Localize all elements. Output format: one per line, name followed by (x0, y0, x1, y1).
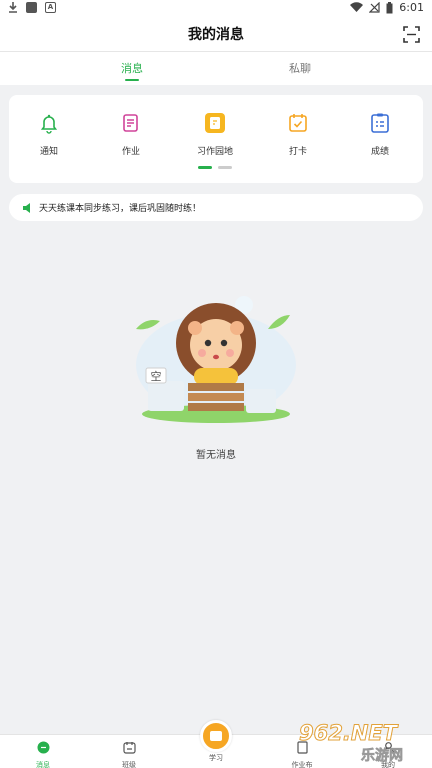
page-title: 我的消息 (188, 27, 244, 43)
status-time: 6:01 (399, 1, 424, 14)
nav-label: 消息 (36, 761, 50, 768)
message-tabs: 消息 私聊 (0, 52, 432, 85)
entry-label: 成绩 (370, 147, 389, 157)
watermark-logo: 962.NET 乐游网 (299, 721, 404, 765)
entry-label: 习作园地 (196, 147, 233, 157)
watermark-line1: 962.NET (299, 721, 399, 745)
carousel-indicator (198, 166, 232, 169)
carousel-dot (218, 166, 232, 169)
status-bar: A 6:01 (0, 0, 432, 18)
empty-state-text: 暂无消息 (196, 450, 236, 461)
speaker-icon (23, 203, 30, 213)
battery-icon (386, 1, 393, 13)
entry-label: 打卡 (288, 147, 307, 157)
active-tab-indicator (125, 79, 139, 81)
nav-label: 班级 (122, 761, 136, 768)
app-notification-icon (26, 2, 37, 13)
scan-icon[interactable] (403, 26, 420, 43)
tab-messages[interactable]: 消息 (92, 60, 172, 76)
composition-icon (205, 113, 225, 133)
download-icon (9, 2, 17, 13)
empty-badge: 空 (151, 369, 162, 383)
nav-class[interactable]: 班级 (99, 739, 159, 768)
status-icons-left: A (8, 2, 56, 13)
checkin-icon (289, 114, 307, 132)
announcement-text: 天天练课本同步练习，课后巩固随时练！ (39, 204, 202, 214)
bell-icon (40, 114, 58, 134)
carousel-dot-active (198, 166, 212, 169)
entry-scores[interactable]: 成绩 (350, 112, 410, 157)
entry-label: 通知 (39, 147, 58, 157)
text-notification-icon: A (45, 2, 56, 13)
class-icon (122, 742, 136, 754)
no-signal-icon (369, 2, 380, 13)
tab-private-chat[interactable]: 私聊 (260, 60, 340, 76)
score-icon (371, 113, 389, 133)
wifi-icon (350, 2, 364, 13)
empty-state-illustration: 空 (136, 296, 296, 423)
nav-study-button[interactable] (200, 720, 232, 752)
nav-messages[interactable]: 消息 (13, 739, 73, 768)
entry-checkin[interactable]: 打卡 (268, 112, 328, 157)
watermark-line2: 乐游网 (361, 747, 403, 764)
category-card: 通知 作业 习作园地 打卡 成绩 (9, 95, 423, 183)
entry-label: 作业 (121, 147, 140, 157)
entry-notice[interactable]: 通知 (19, 112, 79, 157)
chat-icon (37, 741, 49, 754)
study-icon (210, 731, 222, 741)
announcement-bar[interactable]: 天天练课本同步练习，课后巩固随时练！ (9, 194, 423, 221)
entry-composition[interactable]: 习作园地 (185, 112, 245, 157)
nav-study-label: 学习 (209, 754, 223, 762)
status-icons-right: 6:01 (350, 1, 424, 14)
homework-icon (123, 114, 138, 132)
top-app-bar: 我的消息 (0, 18, 432, 52)
entry-homework[interactable]: 作业 (101, 112, 161, 157)
